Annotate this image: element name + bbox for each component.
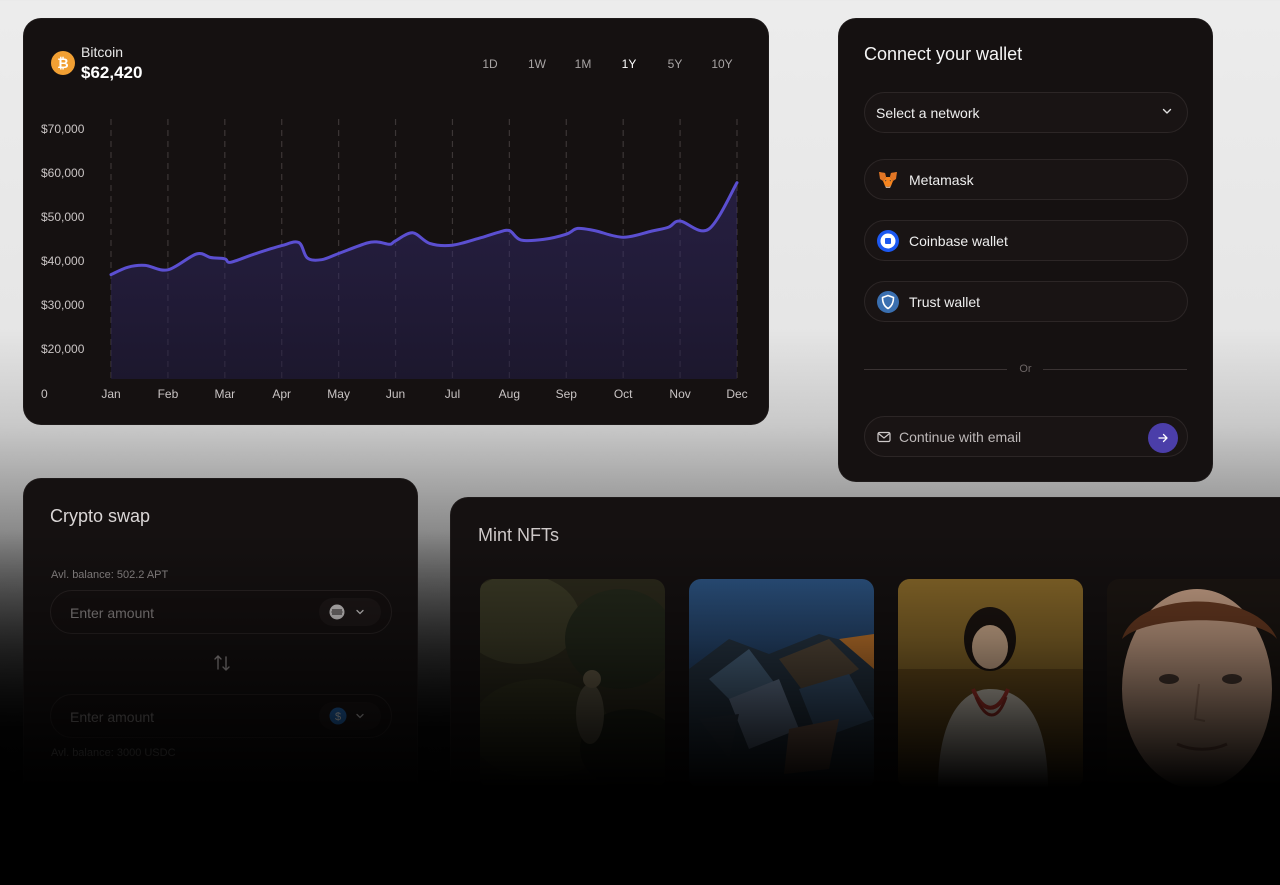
x-tick-label: Sep [556, 387, 578, 401]
y-tick-label: $20,000 [41, 342, 85, 356]
network-select[interactable]: Select a network [864, 92, 1188, 133]
wallet-option-label: Coinbase wallet [909, 232, 1008, 249]
coinbase-icon [877, 229, 899, 252]
y-tick-label: $30,000 [41, 298, 85, 312]
continue-email-button[interactable] [1148, 423, 1178, 453]
x-tick-label: Feb [158, 387, 179, 401]
metamask-option[interactable]: Metamask [864, 159, 1188, 200]
token-select-bottom[interactable]: $ [319, 702, 381, 730]
price-area-fill [111, 182, 737, 379]
x-tick-label: May [327, 387, 350, 401]
y-tick-label: $50,000 [41, 210, 85, 224]
amount-field-top [50, 590, 392, 634]
bitcoin-chart-card: ₿ Bitcoin $62,420 1D 1W 1M 1Y 5Y 10Y $70… [23, 18, 769, 425]
nft-abstract-landscape[interactable] [689, 579, 874, 789]
amount-input-top[interactable] [70, 603, 290, 623]
swap-direction-icon[interactable] [212, 653, 232, 673]
chevron-down-icon [356, 609, 364, 615]
balance-bottom: Avl. balance: 3000 USDC [51, 747, 176, 759]
coinbase-option[interactable]: Coinbase wallet [864, 220, 1188, 261]
mail-icon [877, 431, 891, 442]
x-tick-label: Apr [272, 387, 291, 401]
x-tick-label: Oct [614, 387, 633, 401]
email-field[interactable]: Continue with email [864, 416, 1188, 457]
x-tick-label: Jul [445, 387, 460, 401]
trust-wallet-option[interactable]: Trust wallet [864, 281, 1188, 322]
network-select-label: Select a network [876, 104, 980, 121]
y-tick-label: 0 [41, 387, 48, 401]
connect-wallet-card: Connect your wallet Select a network Met… [838, 18, 1213, 482]
mint-nfts-card: Mint NFTs [450, 497, 1280, 857]
x-tick-label: Jun [386, 387, 405, 401]
arrow-right-icon [1158, 433, 1168, 443]
wallet-option-label: Trust wallet [909, 293, 981, 310]
email-placeholder: Continue with email [899, 428, 1022, 445]
x-tick-label: Jan [101, 387, 120, 401]
chevron-down-icon [1162, 108, 1172, 114]
trust-shield-icon [877, 290, 899, 313]
x-tick-label: Nov [669, 387, 690, 401]
swap-card-title: Crypto swap [50, 506, 151, 526]
nft-forest-painting[interactable] [480, 579, 665, 789]
price-chart: $70,000 $60,000 $50,000 $40,000 $30,000 $20,0… [41, 119, 748, 401]
token-select-top[interactable] [319, 598, 381, 626]
metamask-fox-icon [877, 169, 899, 191]
amount-input-bottom[interactable] [70, 707, 290, 727]
wallet-card-title: Connect your wallet [864, 44, 1023, 64]
divider-right [1043, 369, 1187, 370]
nft-man-portrait[interactable] [1107, 579, 1280, 789]
y-tick-label: $40,000 [41, 254, 85, 268]
crypto-swap-card: Crypto swap Avl. balance: 502.2 APT $ [23, 478, 418, 818]
y-tick-label: $70,000 [41, 122, 85, 136]
x-tick-label: Mar [214, 387, 235, 401]
chevron-down-icon [356, 713, 364, 719]
nft-woman-portrait[interactable] [898, 579, 1083, 789]
wallet-option-label: Metamask [909, 171, 974, 188]
x-tick-label: Dec [726, 387, 747, 401]
svg-text:$: $ [335, 711, 341, 723]
y-tick-label: $60,000 [41, 166, 85, 180]
x-tick-label: Aug [499, 387, 520, 401]
aptos-icon [329, 604, 345, 620]
nft-card-title: Mint NFTs [478, 525, 559, 545]
amount-field-bottom: $ [50, 694, 392, 738]
usdc-icon: $ [329, 707, 347, 725]
balance-top: Avl. balance: 502.2 APT [51, 569, 169, 581]
